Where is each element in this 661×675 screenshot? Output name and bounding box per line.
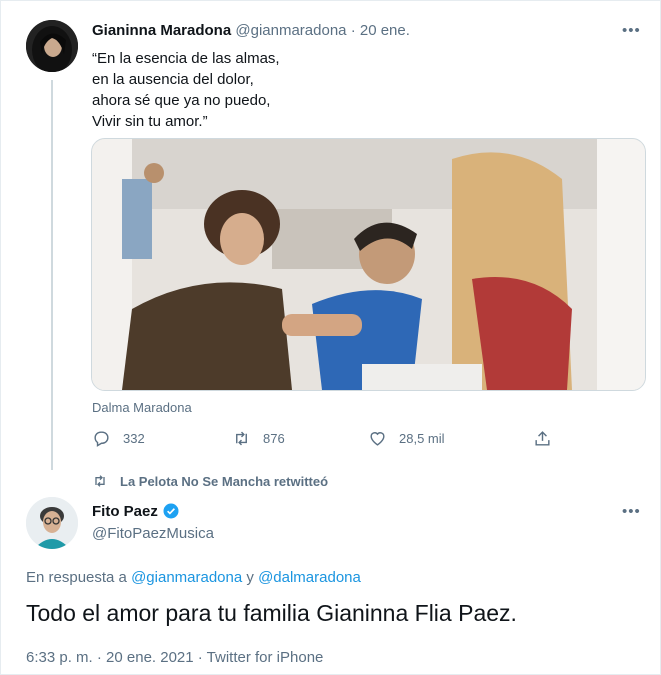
tweet-text: Todo el amor para tu familia Gianinna Fl… (26, 600, 517, 626)
avatar[interactable] (26, 497, 78, 549)
avatar[interactable] (26, 20, 78, 72)
mention-link[interactable]: @gianmaradona (131, 569, 242, 586)
separator-dot: · (350, 22, 356, 39)
media-caption: Dalma Maradona (92, 400, 192, 415)
tweet-header: Gianinna Maradona @gianmaradona · 20 ene… (92, 22, 410, 39)
reply-conjunction: y (246, 569, 254, 586)
verified-badge-icon (163, 503, 179, 519)
retweeted-by-text: La Pelota No Se Mancha retwitteó (120, 473, 329, 489)
tweet-date[interactable]: 20 ene. (360, 22, 410, 39)
handle[interactable]: @FitoPaezMusica (92, 525, 214, 542)
tweet-photo[interactable] (91, 138, 646, 391)
retweet-icon (95, 475, 105, 487)
retweet-icon (236, 431, 247, 445)
display-name[interactable]: Fito Paez (92, 502, 180, 520)
reply-prefix: En respuesta a (26, 569, 127, 586)
retweeted-by-label[interactable]: La Pelota No Se Mancha retwitteó (92, 473, 328, 489)
more-icon[interactable]: ••• (622, 22, 641, 39)
thread-connector-line (51, 80, 53, 470)
reply-context: En respuesta a @gianmaradona y @dalmarad… (26, 569, 361, 586)
like-count: 28,5 mil (399, 430, 445, 446)
tweet-text-line: “En la esencia de las almas, (92, 50, 280, 67)
display-name[interactable]: Gianinna Maradona (92, 22, 231, 39)
share-button[interactable] (533, 428, 564, 448)
retweet-button[interactable]: 876 (232, 428, 285, 448)
reply-count: 332 (123, 430, 145, 446)
display-name-text: Fito Paez (92, 502, 158, 520)
tweet-timestamp[interactable]: 6:33 p. m. · 20 ene. 2021 · Twitter for … (26, 649, 323, 666)
tweet-text: “En la esencia de las almas, en la ausen… (92, 48, 280, 132)
reply-button[interactable]: 332 (92, 428, 145, 448)
more-icon[interactable]: ••• (622, 503, 641, 520)
heart-icon (370, 431, 385, 446)
tweet-text-line: Vivir sin tu amor.” (92, 113, 208, 130)
like-button[interactable]: 28,5 mil (368, 428, 445, 448)
tweet-text-line: en la ausencia del dolor, (92, 71, 254, 88)
mention-link[interactable]: @dalmaradona (258, 569, 361, 586)
reply-icon (94, 430, 109, 447)
share-icon (535, 430, 550, 446)
tweet-text-line: ahora sé que ya no puedo, (92, 92, 271, 109)
retweet-count: 876 (263, 430, 285, 446)
handle[interactable]: @gianmaradona (235, 22, 346, 39)
